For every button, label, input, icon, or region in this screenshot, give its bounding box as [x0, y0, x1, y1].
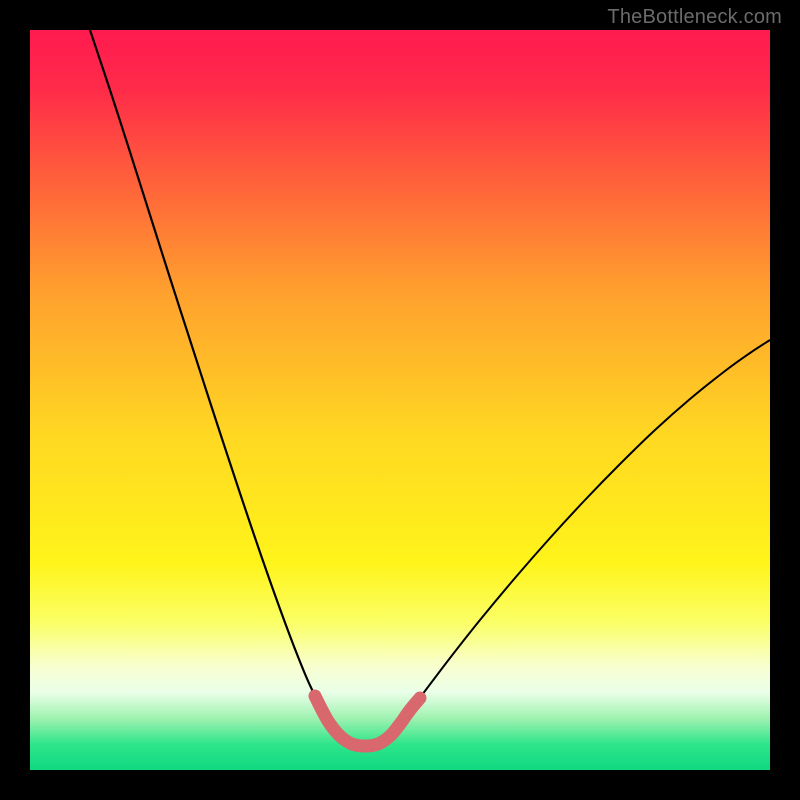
chart-frame: TheBottleneck.com: [0, 0, 800, 800]
watermark-text: TheBottleneck.com: [607, 6, 782, 29]
curves-layer: [30, 30, 770, 770]
series-valley-highlight: [315, 696, 420, 746]
plot-area: [30, 30, 770, 770]
series-right-curve: [400, 340, 770, 724]
series-left-curve: [90, 30, 420, 746]
